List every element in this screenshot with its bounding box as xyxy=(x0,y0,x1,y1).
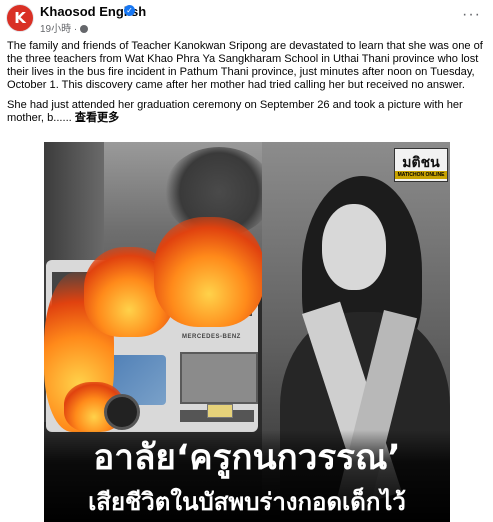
fire-flame xyxy=(154,217,264,327)
more-options-button[interactable]: ··· xyxy=(462,6,481,24)
post-paragraph-1: The family and friends of Teacher Kanokw… xyxy=(7,40,483,91)
globe-icon xyxy=(80,25,89,33)
logo-subtext: MATICHON ONLINE xyxy=(395,171,447,179)
portrait-face xyxy=(322,204,386,290)
post-timestamp[interactable]: 19小時 · xyxy=(40,20,89,35)
matichon-logo: มติชน MATICHON ONLINE xyxy=(394,148,448,182)
post-header: K Khaosod English ✓ 19小時 · ··· xyxy=(0,0,493,36)
timestamp-separator: · xyxy=(73,24,78,35)
license-plate xyxy=(207,404,233,418)
post-body: The family and friends of Teacher Kanokw… xyxy=(7,40,491,132)
timestamp-text: 19小時 xyxy=(40,24,72,35)
bus-brand-label: MERCEDES-BENZ xyxy=(182,334,241,340)
image-headline-sub: เสียชีวิตในบัสพบร่างกอดเด็กไว้ xyxy=(88,488,406,516)
verified-badge-icon: ✓ xyxy=(124,5,135,16)
avatar-letter: K xyxy=(14,9,26,27)
bus-rear-grille xyxy=(180,352,258,404)
post-paragraph-2: She had just attended her graduation cer… xyxy=(7,99,491,125)
bus-wheel xyxy=(104,394,140,430)
see-more-link[interactable]: 查看更多 xyxy=(75,112,119,124)
image-headline-main: อาลัย‘ครูกนกวรรณ’ xyxy=(93,438,401,478)
post-image[interactable]: MERCEDES-BENZ มติชน MATICHON ONLINE อาลั… xyxy=(44,142,450,522)
page-avatar[interactable]: K xyxy=(6,4,34,32)
